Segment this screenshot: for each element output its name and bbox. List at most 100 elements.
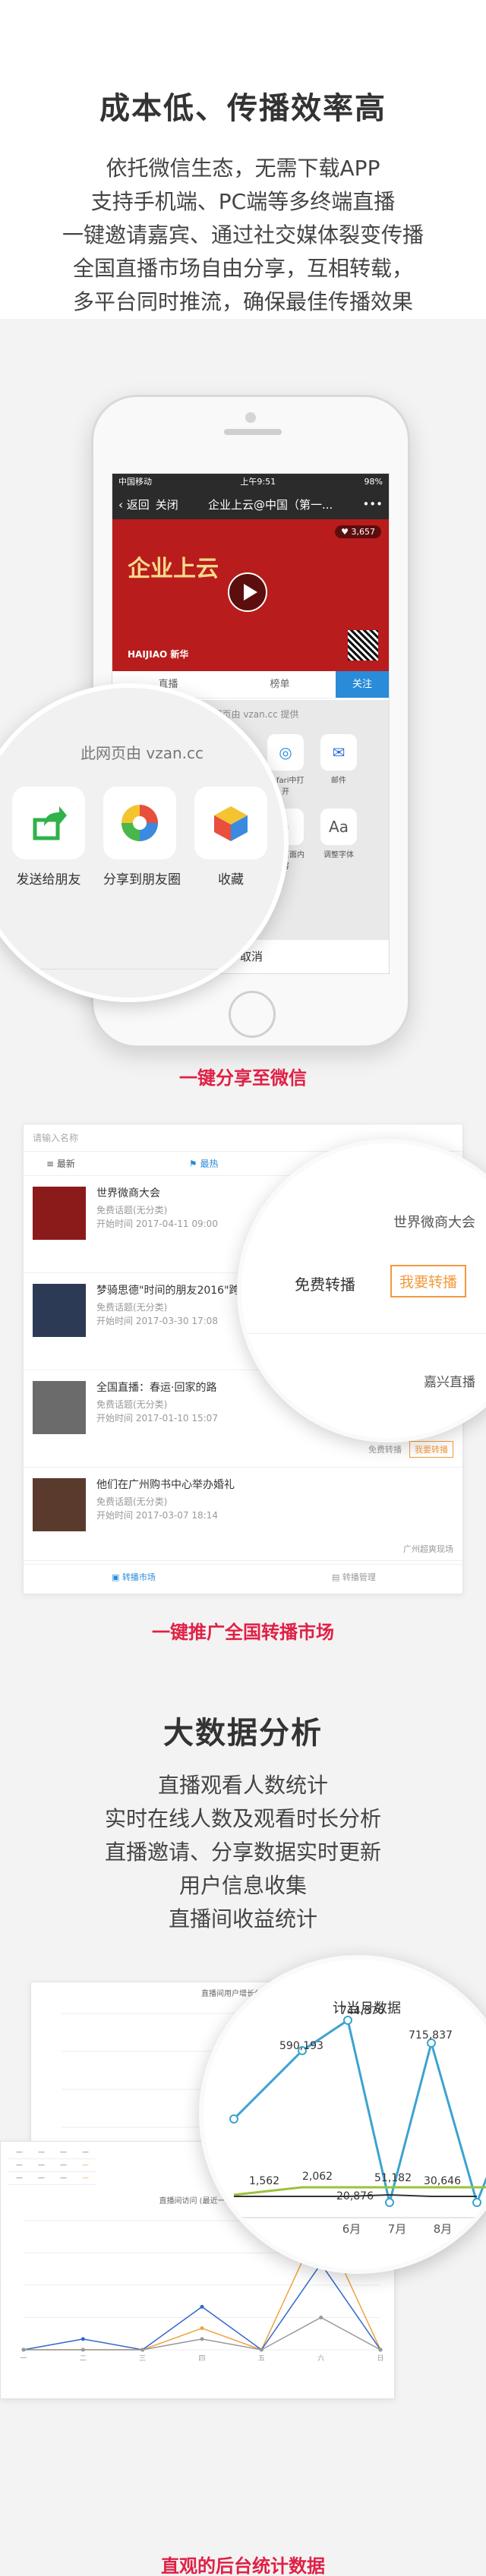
magnified-name: 世界微商大会 xyxy=(393,1215,475,1231)
home-button[interactable] xyxy=(229,991,276,1038)
play-icon[interactable] xyxy=(228,572,267,612)
back-button[interactable]: ‹ 返回 xyxy=(118,497,150,512)
font-size-label: 调整字体 xyxy=(323,851,354,859)
magnified-value-label: 51,182 xyxy=(374,2172,412,2184)
data-point xyxy=(80,2347,85,2352)
mail-label: 邮件 xyxy=(331,777,346,785)
feature-line: 直播间收益统计 xyxy=(168,1906,317,1931)
magnified-chart: 计当月数据590,193744,876715,8371,562 2,06220,8… xyxy=(219,2001,486,2236)
more-button[interactable]: ••• xyxy=(362,497,383,511)
item-title: 全国直播：春运·回家的路 xyxy=(96,1382,217,1394)
camera-dot xyxy=(245,412,256,423)
section-title: 成本低、传播效率高 xyxy=(99,91,387,126)
stats-table: — — — — — — — — — — — — xyxy=(8,2146,96,2185)
x-tick-label: 四 xyxy=(198,2355,205,2363)
item-thumbnail xyxy=(33,1478,86,1531)
back-label: 返回 xyxy=(126,497,150,512)
close-button[interactable]: 关闭 xyxy=(156,497,178,512)
item-actions: 免费转播 我要转播 xyxy=(368,1441,453,1458)
page-title: 企业上云@中国（第一... xyxy=(207,497,333,512)
favorite-button[interactable]: 收藏 xyxy=(194,787,267,888)
magnified-value-label: 20,876 xyxy=(336,2190,374,2202)
send-to-friend-button[interactable]: 发送给朋友 xyxy=(12,787,85,888)
magnified-point xyxy=(472,2198,481,2207)
item-actions: 广州超爽现场 xyxy=(403,1543,453,1555)
viewer-count: ♥ 3,657 xyxy=(335,525,381,538)
feature-lines: 直播观看人数统计 实时在线人数及观看时长分析 直播邀请、分享数据实时更新 用户信… xyxy=(0,1769,486,1936)
magnified-value-label: 2,062 xyxy=(302,2171,333,2183)
clock-label: 上午9:51 xyxy=(240,477,276,487)
caption-relay: 一键推广全国转播市场 xyxy=(152,1622,334,1643)
tab-relay-market-label: 转播市场 xyxy=(122,1572,156,1582)
x-tick-label: 五 xyxy=(258,2355,265,2363)
data-point xyxy=(259,2347,264,2352)
battery-label: 98% xyxy=(364,476,383,487)
tab-relay-market[interactable]: ▣ 转播市场 xyxy=(24,1561,244,1594)
filter-latest[interactable]: ≡ 最新 xyxy=(46,1152,75,1175)
filter-hot[interactable]: ⚑ 最热 xyxy=(189,1152,219,1175)
status-bar: 中国移动 上午9:51 98% xyxy=(112,474,389,489)
send-to-friend-label: 发送给朋友 xyxy=(16,872,81,888)
bottom-bar: ▣ 转播市场 ▤ 转播管理 xyxy=(24,1560,462,1594)
viewer-count-value: 3,657 xyxy=(351,527,376,537)
share-moments-button[interactable]: 分享到朋友圈 xyxy=(103,787,181,888)
item-date: 开始时间 2017-03-30 17:08 xyxy=(96,1316,218,1326)
share-arrow-icon xyxy=(12,787,85,859)
sponsor-logo: HAIJIAO 新华 xyxy=(128,649,189,660)
item-title: 他们在广州购书中心举办婚礼 xyxy=(96,1479,235,1491)
item-sub: 免费话题(无分类) xyxy=(96,1302,168,1313)
nav-bar: ‹ 返回 关闭 企业上云@中国（第一... ••• xyxy=(112,489,389,519)
data-point xyxy=(140,2347,145,2352)
feature-section-data: 大数据分析 直播观看人数统计 实时在线人数及观看时长分析 直播邀请、分享数据实时… xyxy=(0,1655,486,2576)
video-player[interactable]: 企业上云 ♥ 3,657 HAIJIAO 新华 xyxy=(112,519,389,671)
feature-lines: 依托微信生态，无需下载APP 支持手机端、PC端等多终端直播 一键邀请嘉宾、通过… xyxy=(0,152,486,319)
data-point xyxy=(319,2316,323,2319)
caption-data: 直观的后台统计数据 xyxy=(161,2556,325,2576)
moments-icon xyxy=(103,787,176,859)
tab-relay-manage[interactable]: ▤ 转播管理 xyxy=(244,1561,462,1594)
magnified-free: 免费转播 xyxy=(295,1275,355,1294)
tab-rank[interactable]: 榜单 xyxy=(224,671,336,698)
page: 成本低、传播效率高 依托微信生态，无需下载APP 支持手机端、PC端等多终端直播… xyxy=(0,0,486,2576)
magnified-point xyxy=(229,2114,238,2124)
item-info: 梦骑思德"时间的朋友2016"跨年... 免费话题(无分类) 开始时间 2017… xyxy=(96,1284,260,1359)
filter-latest-label: 最新 xyxy=(56,1159,75,1169)
data-point xyxy=(200,2304,204,2309)
item-thumbnail xyxy=(33,1284,86,1337)
list-item[interactable]: 他们在广州购书中心举办婚礼 免费话题(无分类) 开始时间 2017-03-07 … xyxy=(24,1468,462,1565)
x-tick-label: 日 xyxy=(377,2354,383,2363)
x-tick-label: 一 xyxy=(20,2355,27,2363)
magnified-value-label: 715,837 xyxy=(409,2029,453,2042)
feature-line: 一键邀请嘉宾、通过社交媒体裂变传播 xyxy=(62,222,424,248)
mail-button[interactable]: ✉ 邮件 xyxy=(317,734,360,796)
feature-line: 用户信息收集 xyxy=(178,1873,307,1898)
magnified-point xyxy=(343,2016,352,2025)
font-icon: Aa xyxy=(320,809,357,845)
magnified-value-label: 30,646 xyxy=(424,2175,461,2187)
follow-button[interactable]: 关注 xyxy=(336,671,389,698)
magnified-value-label: 590,193 xyxy=(279,2040,323,2052)
item-sub: 免费话题(无分类) xyxy=(96,1399,168,1410)
mail-icon: ✉ xyxy=(320,734,357,771)
font-size-button[interactable]: Aa 调整字体 xyxy=(317,809,360,871)
feature-line: 支持手机端、PC端等多终端直播 xyxy=(90,189,396,214)
item-sub: 免费话题(无分类) xyxy=(96,1496,168,1507)
magnified-city: 嘉兴直播 xyxy=(424,1375,475,1390)
series-line xyxy=(24,2316,381,2351)
x-tick-label: 六 xyxy=(317,2354,324,2363)
item-sub: 免费话题(无分类) xyxy=(96,1205,168,1215)
item-info: 他们在广州购书中心举办婚礼 免费话题(无分类) 开始时间 2017-03-07 … xyxy=(96,1478,235,1553)
free-relay-label: 免费转播 xyxy=(368,1445,402,1455)
relay-button[interactable]: 我要转播 xyxy=(409,1441,453,1458)
magnified-value-label: 744,876 xyxy=(340,2005,384,2017)
carrier-label: 中国移动 xyxy=(118,477,152,487)
qr-code xyxy=(348,630,378,661)
tab-relay-manage-label: 转播管理 xyxy=(342,1572,376,1582)
magnified-relay-button[interactable]: 我要转播 xyxy=(390,1265,467,1297)
favorite-label: 收藏 xyxy=(218,872,244,888)
item-extra: 广州超爽现场 xyxy=(403,1544,453,1554)
item-title: 世界微商大会 xyxy=(96,1187,160,1200)
data-point xyxy=(21,2347,26,2352)
feature-section-spread: 成本低、传播效率高 依托微信生态，无需下载APP 支持手机端、PC端等多终端直播… xyxy=(0,0,486,1655)
section-title: 大数据分析 xyxy=(163,1716,323,1751)
